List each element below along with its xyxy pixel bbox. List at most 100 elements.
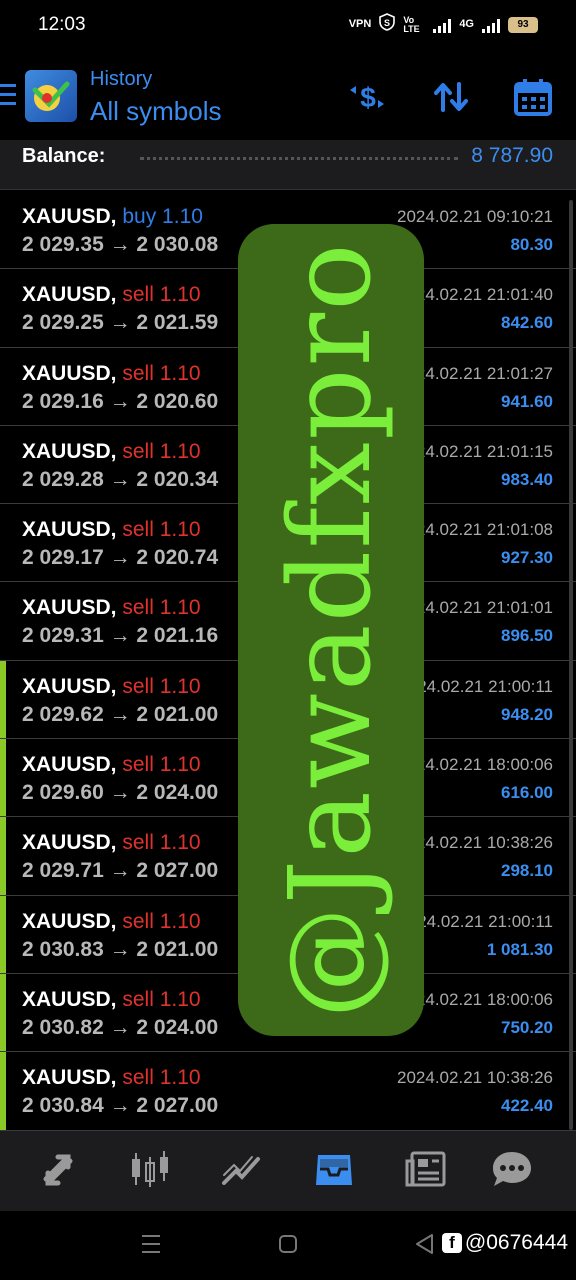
trade-symbol: XAUUSD, sell 1.10	[22, 440, 201, 464]
network-type-icon: 4G	[459, 18, 474, 30]
quotes-icon[interactable]	[36, 1149, 80, 1189]
trade-side-volume: sell 1.10	[122, 439, 201, 463]
system-navigation: f @0676444	[0, 1211, 576, 1280]
header-subtitle: History	[90, 68, 153, 90]
trade-prices: 2 030.84 → 2 027.00	[22, 1094, 219, 1118]
chart-icon[interactable]	[128, 1149, 172, 1189]
back-icon[interactable]	[414, 1233, 434, 1260]
trade-side-volume: sell 1.10	[122, 518, 201, 542]
home-icon[interactable]	[278, 1233, 298, 1260]
trade-symbol: XAUUSD, sell 1.10	[22, 518, 201, 542]
trade-prices: 2 029.28 → 2 020.34	[22, 467, 219, 491]
trade-side-volume: sell 1.10	[122, 596, 201, 620]
trade-prices: 2 030.82 → 2 024.00	[22, 1015, 219, 1039]
trade-side-volume: buy 1.10	[122, 205, 203, 228]
trade-prices: 2 029.25 → 2 021.59	[22, 311, 219, 335]
svg-text:S: S	[384, 18, 390, 28]
trade-side-volume: sell 1.10	[122, 987, 201, 1011]
trade-side-volume: sell 1.10	[122, 283, 201, 307]
trade-row[interactable]: XAUUSD, sell 1.10 2 030.84 → 2 027.00 2024…	[0, 1052, 576, 1131]
trade-prices: 2 029.60 → 2 024.00	[22, 781, 219, 805]
news-icon[interactable]	[404, 1149, 448, 1189]
trade-profit: 842.60	[501, 313, 553, 333]
signal-icon-2	[482, 17, 500, 33]
trade-symbol: XAUUSD, sell 1.10	[22, 1066, 201, 1090]
trade-symbol: XAUUSD, sell 1.10	[22, 675, 201, 699]
watermark-overlay: @Jawadfxpro	[238, 224, 424, 1036]
trade-side-volume: sell 1.10	[122, 1066, 201, 1090]
row-accent-marker	[0, 1052, 6, 1130]
trade-icon[interactable]	[220, 1149, 264, 1189]
symbol-name: XAUUSD,	[22, 674, 117, 698]
history-icon[interactable]	[312, 1149, 356, 1189]
symbol-name: XAUUSD,	[22, 753, 117, 777]
header-title[interactable]: All symbols	[90, 96, 221, 127]
symbol-name: XAUUSD,	[22, 909, 117, 933]
social-handle: @0676444	[464, 1231, 568, 1254]
chat-icon[interactable]	[490, 1149, 534, 1189]
symbol-name: XAUUSD,	[22, 596, 117, 620]
trade-side-volume: sell 1.10	[122, 909, 201, 933]
trade-side-volume: sell 1.10	[122, 361, 201, 385]
row-accent-marker	[0, 660, 6, 739]
row-accent-marker	[0, 973, 6, 1052]
trade-symbol: XAUUSD, sell 1.10	[22, 910, 201, 934]
trade-time: 2024.02.21 10:38:26	[397, 1068, 553, 1088]
symbol-name: XAUUSD,	[22, 361, 117, 385]
recent-apps-icon[interactable]	[141, 1233, 161, 1260]
trade-symbol: XAUUSD, sell 1.10	[22, 988, 201, 1012]
app-header: History All symbols $	[0, 52, 576, 140]
svg-text:$: $	[360, 82, 376, 113]
facebook-icon: f	[441, 1233, 462, 1253]
trade-symbol: XAUUSD, sell 1.10	[22, 596, 201, 620]
status-time: 12:03	[38, 14, 86, 35]
volte-icon: Vo LTE	[403, 14, 420, 34]
trade-profit: 927.30	[501, 548, 553, 568]
trade-profit: 750.20	[501, 1017, 553, 1037]
trade-prices: 2 030.83 → 2 021.00	[22, 937, 219, 961]
balance-bar: Balance: 8 787.90	[0, 140, 576, 190]
trade-symbol: XAUUSD, sell 1.10	[22, 831, 201, 855]
trade-symbol: XAUUSD, buy 1.10	[22, 205, 203, 229]
scrollbar[interactable]	[569, 200, 573, 1130]
bottom-navigation	[0, 1131, 576, 1211]
trade-symbol: XAUUSD, sell 1.10	[22, 283, 201, 307]
status-icons: VPN S Vo LTE 4G 93	[349, 13, 538, 36]
trade-profit: 948.20	[501, 704, 553, 724]
symbol-name: XAUUSD,	[22, 283, 117, 307]
calendar-icon[interactable]	[512, 76, 554, 118]
trade-profit: 896.50	[501, 626, 553, 646]
symbol-name: XAUUSD,	[22, 1066, 117, 1090]
balance-value: 8 787.90	[471, 144, 553, 167]
vpn-icon: VPN	[348, 18, 372, 30]
trade-side-volume: sell 1.10	[122, 674, 201, 698]
symbol-name: XAUUSD,	[22, 831, 117, 855]
balance-label: Balance:	[22, 145, 106, 167]
trade-profit: 616.00	[501, 783, 553, 803]
symbol-name: XAUUSD,	[22, 205, 117, 228]
battery-icon: 93	[508, 16, 538, 33]
trade-symbol: XAUUSD, sell 1.10	[22, 362, 201, 386]
symbol-name: XAUUSD,	[22, 987, 117, 1011]
app-logo	[25, 70, 77, 122]
trade-prices: 2 029.31 → 2 021.16	[22, 624, 219, 648]
menu-icon[interactable]	[0, 84, 16, 106]
symbol-name: XAUUSD,	[22, 518, 117, 542]
trade-prices: 2 029.17 → 2 020.74	[22, 546, 219, 570]
deposit-icon[interactable]: $	[346, 76, 388, 118]
trade-side-volume: sell 1.10	[122, 753, 201, 777]
trade-profit: 941.60	[501, 391, 553, 411]
trade-symbol: XAUUSD, sell 1.10	[22, 753, 201, 777]
sort-icon[interactable]	[430, 76, 472, 118]
social-tag: f @0676444	[441, 1231, 568, 1255]
row-accent-marker	[0, 895, 6, 973]
data-saver-icon: S	[379, 13, 396, 36]
watermark-text: @Jawadfxpro	[266, 241, 396, 1019]
trade-profit: 422.40	[501, 1096, 553, 1116]
signal-icon	[433, 17, 452, 33]
trade-profit: 983.40	[501, 469, 553, 489]
trade-profit: 80.30	[510, 235, 553, 254]
status-bar: 12:03 VPN S Vo LTE 4G 93	[0, 0, 576, 52]
trade-prices: 2 029.62 → 2 021.00	[22, 702, 219, 726]
trade-time: 2024.02.21 09:10:21	[397, 207, 553, 226]
